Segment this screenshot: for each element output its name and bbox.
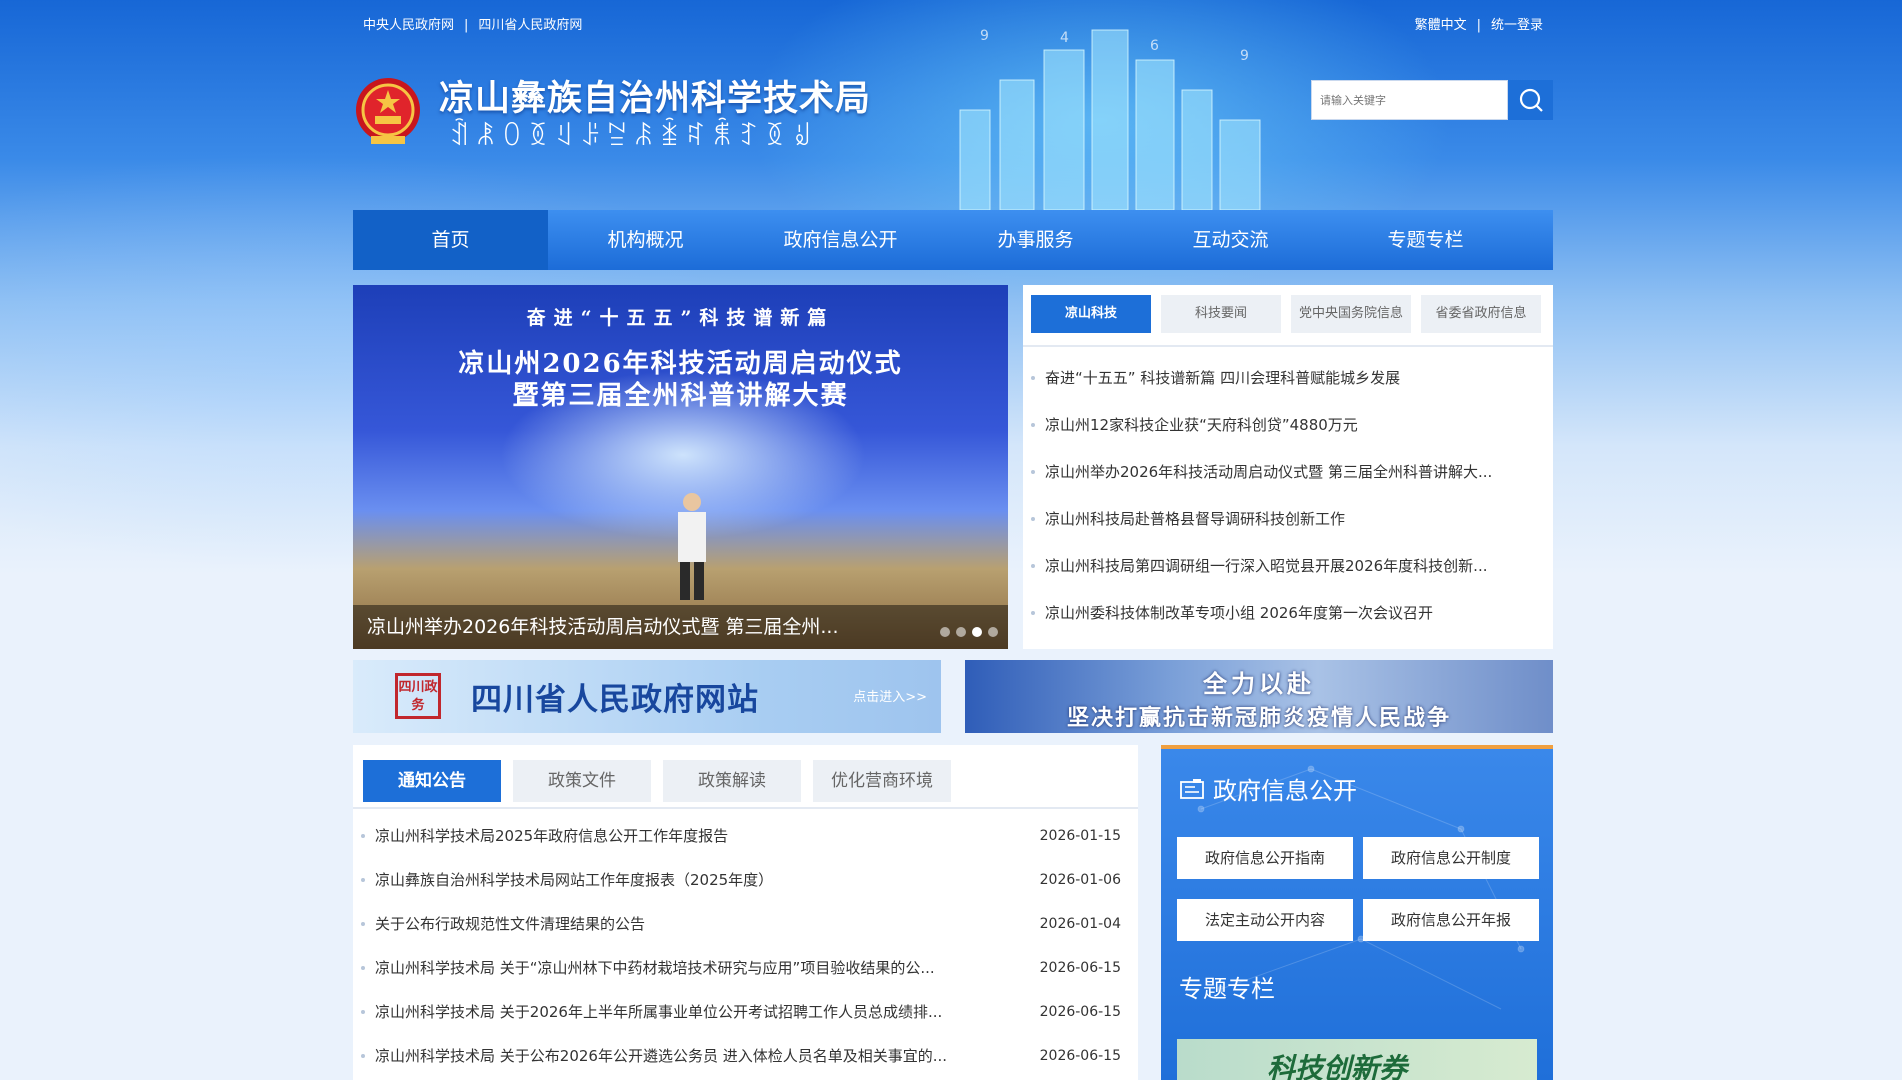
notice-date: 2026-06-15 [1039, 1004, 1121, 1020]
gov-info-system-button[interactable]: 政府信息公开制度 [1363, 837, 1539, 879]
notice-date: 2026-06-15 [1039, 960, 1121, 976]
site-brand[interactable]: 凉山彝族自治州科学技术局 ꀉꂿꄲꅉꆹꌠꊂꄯꁦꉜꐨꆈꅉꆽ [353, 68, 913, 158]
nav-special[interactable]: 专题专栏 [1328, 210, 1523, 270]
gov-info-heading: 政府信息公开 [1179, 771, 1357, 806]
news-item[interactable]: 凉山州科技局第四调研组一行深入昭觉县开展2026年度科技创新... [1031, 551, 1541, 598]
nav-services[interactable]: 办事服务 [938, 210, 1133, 270]
tab-tech-news[interactable]: 科技要闻 [1161, 295, 1281, 333]
tech-voucher-text: 科技创新券 [1267, 1052, 1408, 1080]
notice-row[interactable]: 凉山州科学技术局 关于“凉山州林下中药材栽培技术研究与应用”项目验收结果的公..… [361, 953, 1121, 997]
svg-text:9: 9 [1240, 48, 1249, 64]
separator: | [464, 18, 469, 33]
notice-title[interactable]: 凉山州科学技术局2025年政府信息公开工作年度报告 [375, 821, 995, 851]
sichuan-enter-link[interactable]: 点击进入>> [853, 686, 927, 705]
notice-date: 2026-01-06 [1039, 872, 1121, 888]
separator: | [1476, 18, 1481, 33]
notice-tabs: 通知公告 政策文件 政策解读 优化营商环境 [363, 760, 951, 802]
notice-title[interactable]: 凉山州科学技术局 关于“凉山州林下中药材栽培技术研究与应用”项目验收结果的公..… [375, 953, 995, 983]
gov-info-content-button[interactable]: 法定主动公开内容 [1177, 899, 1353, 941]
notice-row[interactable]: 凉山州科学技术局 关于2026年上半年所属事业单位公开考试招聘工作人员总成绩排.… [361, 997, 1121, 1041]
notice-row[interactable]: 凉山彝族自治州科学技术局网站工作年度报表（2025年度） 2026-01-06 [361, 865, 1121, 909]
slider-dot[interactable] [956, 627, 966, 637]
news-item[interactable]: 凉山州科技局赴普格县督导调研科技创新工作 [1031, 504, 1541, 551]
speaker-figure [678, 493, 706, 600]
login-link[interactable]: 统一登录 [1491, 18, 1543, 33]
covid-banner-line1: 全力以赴 [1203, 669, 1315, 698]
search-icon [1519, 88, 1543, 112]
main-nav: 首页 机构概况 政府信息公开 办事服务 互动交流 专题专栏 [353, 210, 1553, 270]
news-item[interactable]: 奋进“十五五” 科技谱新篇 四川会理科普赋能城乡发展 [1031, 363, 1541, 410]
top-bar: 中央人民政府网 | 四川省人民政府网 繁體中文 | 统一登录 [353, 14, 1553, 34]
gov-info-guide-button[interactable]: 政府信息公开指南 [1177, 837, 1353, 879]
document-icon [1180, 778, 1204, 799]
notice-row[interactable]: 凉山州科学技术局 关于公布2026年公开遴选公务员 进入体检人员名单及相关事宜的… [361, 1041, 1121, 1080]
notice-title[interactable]: 凉山州科学技术局 关于2026年上半年所属事业单位公开考试招聘工作人员总成绩排.… [375, 997, 995, 1027]
traditional-chinese-link[interactable]: 繁體中文 [1415, 18, 1467, 33]
nav-interaction[interactable]: 互动交流 [1133, 210, 1328, 270]
svg-text:6: 6 [1150, 38, 1159, 54]
top-actions: 繁體中文 | 统一登录 [1415, 14, 1543, 33]
tab-provincial-info[interactable]: 省委省政府信息 [1421, 295, 1541, 333]
tech-voucher-banner[interactable]: 科技创新券 [1177, 1039, 1537, 1080]
tab-liangshan-tech[interactable]: 凉山科技 [1031, 295, 1151, 333]
gov-info-annual-report-button[interactable]: 政府信息公开年报 [1363, 899, 1539, 941]
news-list: 奋进“十五五” 科技谱新篇 四川会理科普赋能城乡发展 凉山州12家科技企业获“天… [1031, 363, 1541, 645]
city-skyline-graphic: 9 4 69 [959, 28, 1261, 210]
slider-dot[interactable] [940, 627, 950, 637]
news-item[interactable]: 凉山州举办2026年科技活动周启动仪式暨 第三届全州科普讲解大... [1031, 457, 1541, 504]
tab-business-env[interactable]: 优化营商环境 [813, 760, 951, 802]
national-emblem-icon [356, 78, 420, 144]
news-slider[interactable]: 奋进“十五五”科技谱新篇 凉山州2026年科技活动周启动仪式 暨第三届全州科普讲… [353, 285, 1008, 649]
covid-banner-line2: 坚决打赢抗击新冠肺炎疫情人民战争 [1066, 705, 1451, 731]
notice-date: 2026-01-04 [1039, 916, 1121, 932]
divider [1023, 345, 1553, 347]
search-box [1311, 80, 1553, 120]
news-item[interactable]: 凉山州12家科技企业获“天府科创贷”4880万元 [1031, 410, 1541, 457]
search-button[interactable] [1508, 80, 1553, 120]
slide-caption[interactable]: 凉山州举办2026年科技活动周启动仪式暨 第三届全州... [367, 612, 839, 639]
sichuan-gov-banner[interactable]: 四川政务 四川省人民政府网站 点击进入>> [353, 660, 941, 733]
news-tabs: 凉山科技 科技要闻 党中央国务院信息 省委省政府信息 [1031, 295, 1541, 333]
slide-banner-line1: 奋进“十五五”科技谱新篇 [526, 307, 835, 329]
slide-banner-line3: 暨第三届全州科普讲解大赛 [512, 381, 849, 411]
search-input[interactable] [1311, 80, 1508, 120]
nav-home[interactable]: 首页 [353, 210, 548, 270]
notice-row[interactable]: 关于公布行政规范性文件清理结果的公告 2026-01-04 [361, 909, 1121, 953]
notice-title[interactable]: 关于公布行政规范性文件清理结果的公告 [375, 909, 995, 939]
sichuan-seal-logo: 四川政务 [395, 673, 441, 719]
covid-banner[interactable]: 全力以赴 坚决打赢抗击新冠肺炎疫情人民战争 [965, 660, 1553, 733]
sichuan-banner-title: 四川省人民政府网站 [471, 682, 759, 718]
notice-title[interactable]: 凉山州科学技术局 关于公布2026年公开遴选公务员 进入体检人员名单及相关事宜的… [375, 1041, 995, 1071]
tab-central-info[interactable]: 党中央国务院信息 [1291, 295, 1411, 333]
link-sichuan-gov[interactable]: 四川省人民政府网 [478, 18, 582, 33]
site-title: 凉山彝族自治州科学技术局 [439, 78, 872, 119]
notice-row[interactable]: 凉山州科学技术局2025年政府信息公开工作年度报告 2026-01-15 [361, 821, 1121, 865]
slider-dot-active[interactable] [972, 627, 982, 637]
slider-dots [940, 627, 998, 637]
notice-title[interactable]: 凉山彝族自治州科学技术局网站工作年度报表（2025年度） [375, 865, 995, 895]
divider [353, 807, 1138, 809]
tab-policy-docs[interactable]: 政策文件 [513, 760, 651, 802]
notice-panel: 通知公告 政策文件 政策解读 优化营商环境 凉山州科学技术局2025年政府信息公… [353, 745, 1138, 1080]
notice-date: 2026-06-15 [1039, 1048, 1121, 1064]
news-item[interactable]: 凉山州委科技体制改革专项小组 2026年度第一次会议召开 [1031, 598, 1541, 645]
site-subtitle-yi: ꀉꂿꄲꅉꆹꌠꊂꄯꁦꉜꐨꆈꅉꆽ [449, 122, 818, 152]
notice-date: 2026-01-15 [1039, 828, 1121, 844]
gov-info-panel: 政府信息公开 政府信息公开指南 政府信息公开制度 法定主动公开内容 政府信息公开… [1161, 749, 1553, 1080]
nav-gov-info[interactable]: 政府信息公开 [743, 210, 938, 270]
news-panel: 凉山科技 科技要闻 党中央国务院信息 省委省政府信息 奋进“十五五” 科技谱新篇… [1023, 285, 1553, 649]
gov-info-title: 政府信息公开 [1213, 777, 1357, 805]
link-central-gov[interactable]: 中央人民政府网 [363, 18, 454, 33]
tab-policy-interpret[interactable]: 政策解读 [663, 760, 801, 802]
nav-about[interactable]: 机构概况 [548, 210, 743, 270]
slider-dot[interactable] [988, 627, 998, 637]
top-links: 中央人民政府网 | 四川省人民政府网 [363, 14, 582, 33]
gov-info-buttons: 政府信息公开指南 政府信息公开制度 法定主动公开内容 政府信息公开年报 [1177, 837, 1539, 941]
tab-notices[interactable]: 通知公告 [363, 760, 501, 802]
notice-list: 凉山州科学技术局2025年政府信息公开工作年度报告 2026-01-15 凉山彝族… [361, 821, 1121, 1080]
special-column-heading: 专题专栏 [1179, 975, 1275, 1003]
